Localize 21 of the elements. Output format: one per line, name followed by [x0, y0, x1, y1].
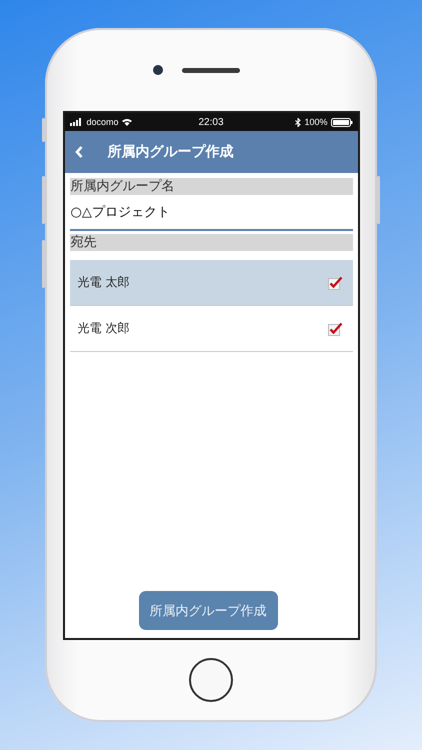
recipient-name: 光電 太郎	[78, 274, 130, 291]
bluetooth-icon	[295, 118, 302, 126]
camera-icon	[153, 65, 163, 75]
back-icon[interactable]	[74, 146, 82, 158]
home-button[interactable]	[189, 658, 233, 702]
status-time: 22:03	[197, 116, 225, 128]
checkbox[interactable]	[328, 276, 342, 290]
signal-icon	[70, 118, 84, 126]
battery-percent: 100%	[304, 117, 328, 127]
speaker-grille	[182, 68, 240, 73]
recipient-row[interactable]: 光電 次郎	[70, 306, 352, 352]
screen-title: 所属内グループ作成	[108, 143, 234, 161]
section-header: 所属内グループ名	[70, 178, 352, 195]
wifi-icon	[122, 118, 132, 126]
carrier-name: docomo	[86, 117, 119, 127]
create-group-button[interactable]: 所属内グループ作成	[138, 591, 278, 630]
checkbox[interactable]	[328, 322, 342, 336]
section-header: 宛先	[70, 234, 352, 251]
battery-icon	[330, 118, 352, 126]
recipient-name: 光電 次郎	[78, 320, 130, 337]
recipient-row[interactable]: 光電 太郎	[70, 260, 352, 306]
